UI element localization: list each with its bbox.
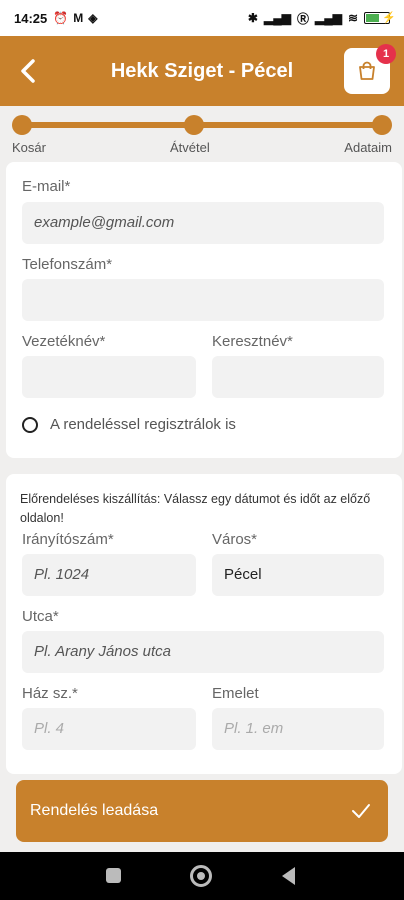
status-time: 14:25 bbox=[14, 10, 48, 26]
status-bar: 14:25 ⏰ M ◈ ✱ ▂▄▆ Ⓡ ▂▄▆ ≋ ⚡ bbox=[0, 0, 404, 36]
lastname-label: Vezetéknév* bbox=[22, 333, 106, 350]
firstname-label: Keresztnév* bbox=[212, 333, 293, 350]
back-triangle-icon[interactable] bbox=[282, 867, 295, 885]
signal-icon: ▂▄▆ bbox=[263, 11, 291, 25]
submit-order-button[interactable]: Rendelés leadása bbox=[16, 780, 388, 842]
zip-field[interactable]: Pl. 1024 bbox=[22, 554, 196, 596]
delivery-note: Előrendeléses kiszállítás: Válassz egy d… bbox=[20, 492, 371, 525]
recents-icon[interactable] bbox=[106, 868, 121, 883]
house-number-label: Ház sz.* bbox=[22, 685, 78, 702]
register-radio[interactable] bbox=[22, 417, 38, 433]
street-field[interactable]: Pl. Arany János utca bbox=[22, 631, 384, 673]
check-icon bbox=[352, 804, 370, 818]
system-nav-bar bbox=[0, 852, 404, 900]
city-field[interactable]: Pécel bbox=[212, 554, 384, 596]
status-left-icons: ⏰ M ◈ bbox=[53, 11, 97, 25]
app-header: Hekk Sziget - Pécel 1 bbox=[0, 36, 404, 106]
contact-card: E-mail* example@gmail.com Telefonszám* V… bbox=[6, 162, 402, 458]
back-button[interactable] bbox=[14, 56, 42, 86]
delivery-card: Előrendeléses kiszállítás: Válassz egy d… bbox=[6, 474, 402, 774]
house-number-field[interactable]: Pl. 4 bbox=[22, 708, 196, 750]
progress-step-dot bbox=[12, 115, 32, 135]
email-label: E-mail* bbox=[22, 178, 71, 195]
page-title: Hekk Sziget - Pécel bbox=[110, 60, 294, 82]
street-label: Utca* bbox=[22, 608, 59, 625]
lastname-field[interactable] bbox=[22, 356, 196, 398]
phone-label: Telefonszám* bbox=[22, 256, 113, 273]
bluetooth-icon: ✱ bbox=[247, 11, 258, 25]
email-field[interactable]: example@gmail.com bbox=[22, 202, 384, 244]
submit-order-label: Rendelés leadása bbox=[30, 802, 159, 819]
progress-step-pickup: Átvétel bbox=[170, 140, 210, 155]
status-right-icons: ✱ ▂▄▆ Ⓡ ▂▄▆ ≋ ⚡ bbox=[247, 10, 396, 27]
phone-field[interactable] bbox=[22, 279, 384, 321]
floor-label: Emelet bbox=[212, 685, 259, 702]
progress-step-dot bbox=[184, 115, 204, 135]
signal-icon: ▂▄▆ bbox=[314, 11, 342, 25]
register-label[interactable]: A rendeléssel regisztrálok is bbox=[50, 416, 236, 433]
floor-field[interactable]: Pl. 1. em bbox=[212, 708, 384, 750]
firstname-field[interactable] bbox=[212, 356, 384, 398]
progress-step-cart: Kosár bbox=[12, 140, 46, 155]
checkout-progress: Kosár Átvétel Adataim bbox=[0, 106, 404, 158]
zip-label: Irányítószám* bbox=[22, 531, 114, 548]
alarm-icon: ⏰ bbox=[53, 11, 69, 25]
wifi-icon: ≋ bbox=[347, 11, 358, 25]
city-label: Város* bbox=[212, 531, 258, 548]
roaming-icon: Ⓡ bbox=[296, 11, 309, 26]
chevron-left-icon bbox=[21, 59, 35, 83]
gmail-icon: M bbox=[73, 11, 84, 25]
battery-icon: ⚡ bbox=[364, 12, 396, 24]
home-icon[interactable] bbox=[190, 865, 212, 887]
shopping-bag-icon bbox=[359, 61, 375, 80]
vpn-icon: ◈ bbox=[88, 11, 98, 25]
progress-step-dot bbox=[372, 115, 392, 135]
cart-count-badge: 1 bbox=[376, 44, 396, 64]
progress-step-details: Adataim bbox=[344, 140, 392, 155]
